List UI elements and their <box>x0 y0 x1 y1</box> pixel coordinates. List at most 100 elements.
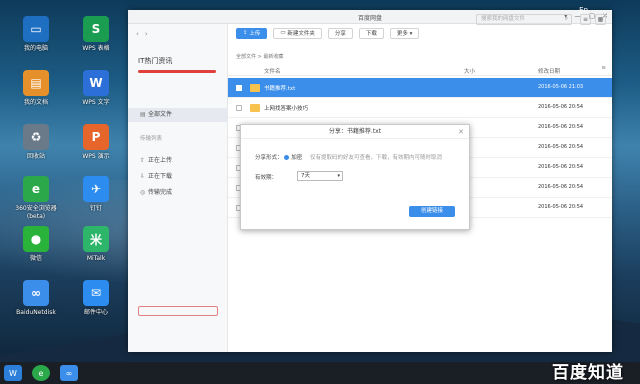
column-settings-icon[interactable]: ≡ <box>601 65 606 71</box>
user-name[interactable]: IT热门资讯 <box>138 56 172 66</box>
download-icon: ⇩ <box>140 173 146 180</box>
upload-button[interactable]: ⇪ 上传 <box>236 27 268 39</box>
search-input[interactable]: 搜索我的网盘文件 ⌕ <box>476 14 572 25</box>
grid-view-icon[interactable]: ▦ <box>595 14 606 25</box>
sidebar-item-uploading[interactable]: ⇧ 正在上传 <box>128 154 228 168</box>
chevron-down-icon: ▾ <box>337 173 340 179</box>
file-name: 书籍推荐.txt <box>264 86 296 92</box>
desktop-icon-label: MiTalk <box>86 255 106 262</box>
desktop-icon-label: 回收站 <box>26 153 45 160</box>
forward-arrow-icon[interactable]: › <box>145 30 148 38</box>
share-type-label: 分享形式： <box>255 155 283 161</box>
nav-arrows: ‹ › <box>136 30 148 38</box>
list-view-icon[interactable]: ≡ <box>580 14 591 25</box>
encrypted-radio[interactable] <box>284 155 290 160</box>
search-icon[interactable]: ⌕ <box>565 15 568 24</box>
folder-icon <box>250 84 260 92</box>
file-name: 上网找答案小技巧 <box>264 106 309 112</box>
desktop-icon-label: WPS 演示 <box>82 153 110 160</box>
language-indicator[interactable]: En <box>579 6 588 14</box>
desktop-icon-label: 微信 <box>29 255 42 262</box>
wechat-icon: ● <box>23 226 49 252</box>
file-time: 2016-05-06 20:54 <box>538 144 584 150</box>
desktop-icon-6[interactable]: P WPS 演示 <box>74 124 118 161</box>
desktop-icon-label: 钉钉 <box>89 205 102 212</box>
encrypted-option-label[interactable]: 加密 <box>291 155 302 161</box>
new-folder-icon: ▭ <box>280 30 288 36</box>
storage-quota-bar <box>138 70 216 73</box>
create-link-button[interactable]: 创建链接 <box>409 206 455 217</box>
more-button[interactable]: 更多 ▾ <box>389 27 420 39</box>
desktop-icon-label: BaiduNetdisk <box>16 309 56 316</box>
upload-icon: ⇧ <box>140 157 146 164</box>
sidebar-item-downloading[interactable]: ⇩ 正在下载 <box>128 170 228 184</box>
close-icon[interactable]: ✕ <box>458 125 464 139</box>
expiry-label: 有效期： <box>255 175 278 181</box>
share-button[interactable]: 分享 <box>327 27 353 39</box>
share-dialog: 分享：书籍推荐.txt ✕ 分享形式： 加密 仅有提取码的好友可查看，下载，有效… <box>240 124 470 230</box>
sidebar-item-finished[interactable]: ◎ 传输完成 <box>128 186 228 200</box>
desktop-icon-label: 我的电脑 <box>23 45 48 52</box>
desktop-icon-label: 我的文档 <box>23 99 48 106</box>
storage-quota-fill <box>138 70 216 73</box>
desktop-icon-1[interactable]: ▭ 我的电脑 <box>14 16 58 53</box>
file-icon: ▤ <box>140 111 146 118</box>
desktop-icon-5[interactable]: ♻ 回收站 <box>14 124 58 161</box>
wps-presentation-icon: P <box>83 124 109 150</box>
desktop-icon-12[interactable]: ✉ 邮件中心 <box>74 280 118 317</box>
file-time: 2016-05-06 20:54 <box>538 104 584 110</box>
dialog-title: 分享：书籍推荐.txt <box>328 128 382 135</box>
desktop-icon-10[interactable]: 米 MiTalk <box>74 226 118 263</box>
row-checkbox[interactable] <box>236 85 242 91</box>
desktop-icon-3[interactable]: ▤ 我的文档 <box>14 70 58 107</box>
file-time: 2016-05-06 21:03 <box>538 84 584 90</box>
start-button[interactable]: W <box>4 365 22 381</box>
360-browser-icon: e <box>23 176 49 202</box>
computer-icon: ▭ <box>23 16 49 42</box>
baidu-netdisk-icon: ∞ <box>23 280 49 306</box>
taskbar-360-icon[interactable]: e <box>32 365 50 381</box>
dingtalk-icon: ✈ <box>83 176 109 202</box>
new-folder-button[interactable]: ▭ 新建文件夹 <box>273 27 322 39</box>
desktop-icon-8[interactable]: ✈ 钉钉 <box>74 176 118 213</box>
sidebar-bottom-button[interactable] <box>138 306 218 316</box>
row-checkbox[interactable] <box>236 105 242 111</box>
mitalk-icon: 米 <box>83 226 109 252</box>
desktop-icon-label: 360安全浏览器 (beta) <box>15 205 57 220</box>
folder-icon <box>250 104 260 112</box>
watermark: 百度知道 <box>552 363 624 383</box>
table-row[interactable]: 书籍推荐.txt 2016-05-06 21:03 <box>228 78 612 98</box>
column-name[interactable]: 文件名 <box>264 67 281 75</box>
dialog-titlebar[interactable]: 分享：书籍推荐.txt ✕ <box>241 125 469 139</box>
column-modified[interactable]: 修改日期 <box>538 67 560 75</box>
view-toggle: ≡ ▦ <box>580 14 606 25</box>
file-list-header: 文件名 大小 修改日期 ≡ <box>228 64 612 76</box>
desktop-icon-label: 邮件中心 <box>83 309 108 316</box>
desktop-icon-label: WPS 表格 <box>82 45 110 52</box>
expiry-select[interactable]: 7天 ▾ <box>297 171 343 181</box>
column-size[interactable]: 大小 <box>464 67 475 75</box>
wps-writer-icon: W <box>83 70 109 96</box>
desktop-icon-label: WPS 文字 <box>82 99 110 106</box>
breadcrumb[interactable]: 全部文件 > 最新收藏 <box>236 53 283 60</box>
taskbar-baidu-netdisk-icon[interactable]: ∞ <box>60 365 78 381</box>
transfer-group-label: 传输列表 <box>140 136 163 142</box>
file-time: 2016-05-06 20:54 <box>538 164 584 170</box>
table-row[interactable]: 上网找答案小技巧 2016-05-06 20:54 <box>228 98 612 118</box>
desktop-icon-9[interactable]: ● 微信 <box>14 226 58 263</box>
back-arrow-icon[interactable]: ‹ <box>136 30 139 38</box>
mail-icon: ✉ <box>83 280 109 306</box>
file-time: 2016-05-06 20:54 <box>538 204 584 210</box>
download-button[interactable]: 下载 <box>358 27 384 39</box>
desktop-icon-2[interactable]: S WPS 表格 <box>74 16 118 53</box>
share-option-description: 仅有提取码的好友可查看，下载，有效期内可随时取消 <box>310 155 443 161</box>
desktop-icon-7[interactable]: e 360安全浏览器 (beta) <box>14 176 58 221</box>
wps-sheet-icon: S <box>83 16 109 42</box>
taskbar: W e ∞ <box>0 362 640 384</box>
desktop-icon-4[interactable]: W WPS 文字 <box>74 70 118 107</box>
recycle-bin-icon: ♻ <box>23 124 49 150</box>
desktop-icon-11[interactable]: ∞ BaiduNetdisk <box>14 280 58 317</box>
sidebar-item-all-files[interactable]: ▤ 全部文件 <box>128 108 228 122</box>
check-circle-icon: ◎ <box>140 189 146 196</box>
file-time: 2016-05-06 20:54 <box>538 184 584 190</box>
